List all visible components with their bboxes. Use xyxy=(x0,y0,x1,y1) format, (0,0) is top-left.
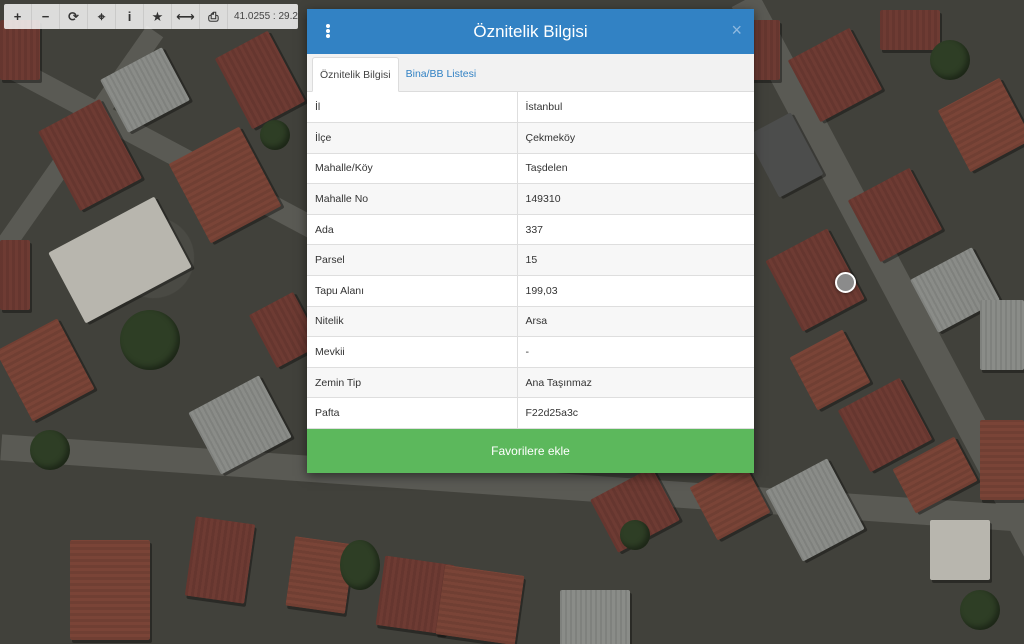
attribute-value: 337 xyxy=(517,214,754,246)
table-row: Parsel 15 xyxy=(307,244,754,277)
zoom-in-icon[interactable]: + xyxy=(4,4,32,29)
attribute-value: Taşdelen xyxy=(517,153,754,185)
tab-bar: Öznitelik Bilgisi Bina/BB Listesi xyxy=(307,54,754,92)
attribute-key: Mahalle/Köy xyxy=(307,153,518,185)
attribute-key: Tapu Alanı xyxy=(307,275,518,307)
attribute-table: İl İstanbul İlçe Çekmeköy Mahalle/Köy Taşde… xyxy=(307,92,754,430)
attribute-key: Nitelik xyxy=(307,306,518,338)
attribute-key: Zemin Tip xyxy=(307,367,518,399)
attribute-key: Mevkii xyxy=(307,336,518,368)
map-toolbar: + − ⟳ ⌖ i ★ ⟷ ⎙ 41.0255 : 29.21 xyxy=(4,4,298,29)
attribute-key: Parsel xyxy=(307,244,518,277)
coordinate-readout: 41.0255 : 29.21 xyxy=(234,11,298,22)
dialog-title: Öznitelik Bilgisi xyxy=(473,21,588,41)
attribute-value: - xyxy=(517,336,754,368)
attribute-key: Ada xyxy=(307,214,518,246)
attribute-key: İl xyxy=(307,92,518,124)
dialog-header: Öznitelik Bilgisi × xyxy=(307,9,754,54)
more-vertical-icon[interactable] xyxy=(321,21,335,41)
table-row: Tapu Alanı 199,03 xyxy=(307,275,754,307)
attribute-key: Mahalle No xyxy=(307,183,518,215)
table-row: İlçe Çekmeköy xyxy=(307,122,754,154)
table-row: Nitelik Arsa xyxy=(307,306,754,338)
table-row: Mevkii - xyxy=(307,336,754,368)
table-row: Mahalle/Köy Taşdelen xyxy=(307,153,754,185)
table-row: Ada 337 xyxy=(307,214,754,246)
attribute-value: Ana Taşınmaz xyxy=(517,367,754,399)
close-icon[interactable]: × xyxy=(731,20,742,40)
table-row: İl İstanbul xyxy=(307,92,754,124)
attribute-value: Arsa xyxy=(517,306,754,338)
attribute-value: Çekmeköy xyxy=(517,122,754,154)
attribute-value: 15 xyxy=(517,244,754,277)
zoom-out-icon[interactable]: − xyxy=(32,4,60,29)
location-marker[interactable] xyxy=(835,272,856,293)
refresh-icon[interactable]: ⟳ xyxy=(60,4,88,29)
attribute-key: İlçe xyxy=(307,122,518,154)
tab-building-list[interactable]: Bina/BB Listesi xyxy=(399,56,484,91)
table-row: Zemin Tip Ana Taşınmaz xyxy=(307,367,754,399)
tab-attribute-info[interactable]: Öznitelik Bilgisi xyxy=(312,57,399,92)
star-icon[interactable]: ★ xyxy=(144,4,172,29)
add-to-favorites-button[interactable]: Favorilere ekle xyxy=(307,429,754,473)
attribute-value: F22d25a3c xyxy=(517,397,754,430)
attribute-value: 199,03 xyxy=(517,275,754,307)
table-row: Pafta F22d25a3c xyxy=(307,397,754,430)
attribute-info-dialog: Öznitelik Bilgisi × Öznitelik Bilgisi Bi… xyxy=(307,9,754,473)
locate-icon[interactable]: ⌖ xyxy=(88,4,116,29)
print-icon[interactable]: ⎙ xyxy=(200,4,228,29)
attribute-value: 149310 xyxy=(517,183,754,215)
info-icon[interactable]: i xyxy=(116,4,144,29)
measure-icon[interactable]: ⟷ xyxy=(172,4,200,29)
attribute-key: Pafta xyxy=(307,397,518,430)
table-row: Mahalle No 149310 xyxy=(307,183,754,215)
attribute-value: İstanbul xyxy=(517,92,754,124)
